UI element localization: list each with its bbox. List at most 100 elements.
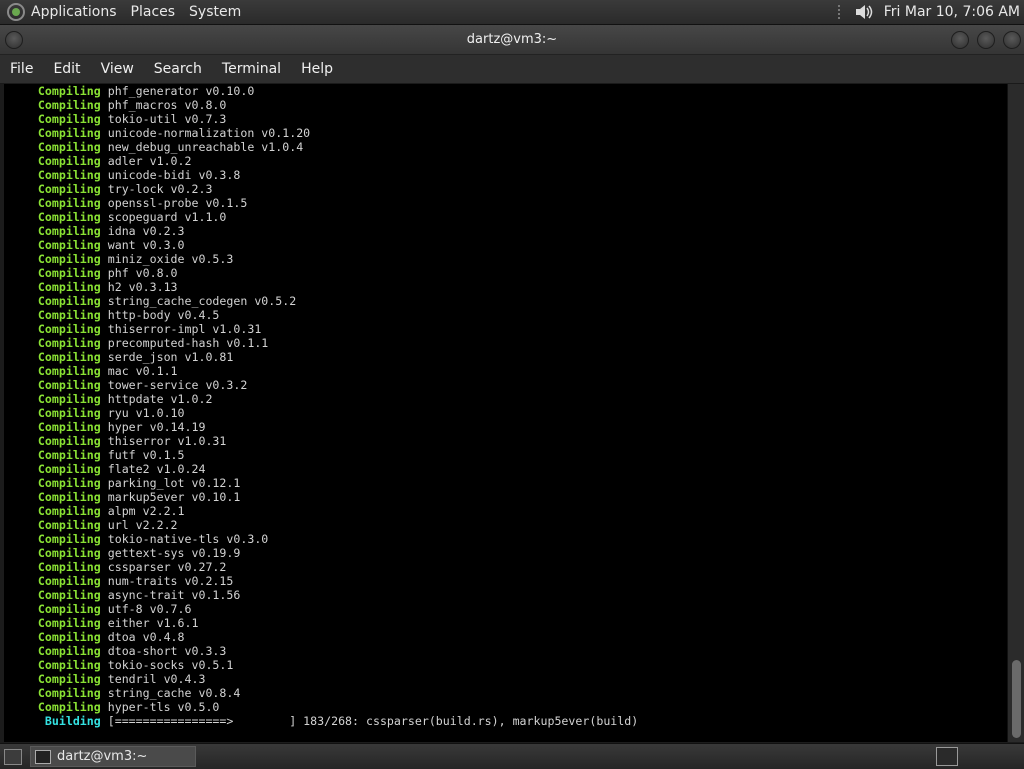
terminal-line: Compiling http-body v0.4.5 (4, 308, 1007, 322)
crate-name: http-body v0.4.5 (107, 308, 220, 322)
terminal-line: Compiling tendril v0.4.3 (4, 672, 1007, 686)
terminal-line: Compiling phf v0.8.0 (4, 266, 1007, 280)
window-title: dartz@vm3:~ (466, 32, 558, 47)
compiling-keyword: Compiling (37, 616, 101, 630)
compiling-keyword: Compiling (37, 322, 101, 336)
window-menu-icon[interactable] (5, 31, 23, 49)
compiling-keyword: Compiling (37, 112, 101, 126)
terminal-line: Compiling new_debug_unreachable v1.0.4 (4, 140, 1007, 154)
terminal-line: Compiling phf_generator v0.10.0 (4, 84, 1007, 98)
scrollbar-thumb[interactable] (1012, 660, 1021, 738)
compiling-keyword: Compiling (37, 532, 101, 546)
terminal-line: Compiling parking_lot v0.12.1 (4, 476, 1007, 490)
compiling-keyword: Compiling (37, 266, 101, 280)
terminal-line: Compiling url v2.2.2 (4, 518, 1007, 532)
compiling-keyword: Compiling (37, 700, 101, 714)
crate-name: precomputed-hash v0.1.1 (107, 336, 269, 350)
crate-name: phf_macros v0.8.0 (107, 98, 227, 112)
crate-name: flate2 v1.0.24 (107, 462, 206, 476)
terminal-line: Compiling markup5ever v0.10.1 (4, 490, 1007, 504)
compiling-keyword: Compiling (37, 98, 101, 112)
terminal-line: Compiling string_cache_codegen v0.5.2 (4, 294, 1007, 308)
crate-name: num-traits v0.2.15 (107, 574, 234, 588)
crate-name: unicode-normalization v0.1.20 (107, 126, 311, 140)
compiling-keyword: Compiling (37, 140, 101, 154)
terminal-line: Compiling precomputed-hash v0.1.1 (4, 336, 1007, 350)
terminal-line: Compiling gettext-sys v0.19.9 (4, 546, 1007, 560)
taskbar-terminal-button[interactable]: dartz@vm3:~ (30, 746, 196, 767)
menu-terminal[interactable]: Terminal (212, 61, 291, 77)
crate-name: tokio-native-tls v0.3.0 (107, 532, 269, 546)
compiling-keyword: Compiling (37, 686, 101, 700)
terminal-line: Compiling thiserror-impl v1.0.31 (4, 322, 1007, 336)
terminal-line: Compiling h2 v0.3.13 (4, 280, 1007, 294)
system-menu[interactable]: System (189, 4, 241, 20)
compiling-keyword: Compiling (37, 504, 101, 518)
crate-name: thiserror-impl v1.0.31 (107, 322, 262, 336)
clock[interactable]: Fri Mar 10, 7:06 AM (884, 4, 1020, 20)
crate-name: phf v0.8.0 (107, 266, 178, 280)
compiling-keyword: Compiling (37, 294, 101, 308)
workspace-switcher[interactable] (936, 747, 958, 766)
compiling-keyword: Compiling (37, 378, 101, 392)
compiling-keyword: Compiling (37, 574, 101, 588)
crate-name: string_cache v0.8.4 (107, 686, 241, 700)
crate-name: cssparser v0.27.2 (107, 560, 227, 574)
crate-name: idna v0.2.3 (107, 224, 185, 238)
crate-name: gettext-sys v0.19.9 (107, 546, 241, 560)
show-desktop-button[interactable] (4, 748, 22, 765)
menu-view[interactable]: View (91, 61, 144, 77)
compiling-keyword: Compiling (37, 560, 101, 574)
crate-name: adler v1.0.2 (107, 154, 192, 168)
crate-name: thiserror v1.0.31 (107, 434, 227, 448)
menu-file[interactable]: File (0, 61, 43, 77)
compiling-keyword: Compiling (37, 406, 101, 420)
compiling-keyword: Compiling (37, 476, 101, 490)
terminal-line: Compiling dtoa v0.4.8 (4, 630, 1007, 644)
maximize-button[interactable] (977, 31, 995, 49)
terminal-line: Compiling scopeguard v1.1.0 (4, 210, 1007, 224)
building-keyword: Building (44, 714, 101, 728)
crate-name: serde_json v1.0.81 (107, 350, 234, 364)
terminal-line: Compiling hyper-tls v0.5.0 (4, 700, 1007, 714)
compiling-keyword: Compiling (37, 518, 101, 532)
terminal-line: Compiling serde_json v1.0.81 (4, 350, 1007, 364)
volume-icon[interactable] (854, 3, 876, 21)
menu-edit[interactable]: Edit (43, 61, 90, 77)
menu-search[interactable]: Search (144, 61, 212, 77)
crate-name: miniz_oxide v0.5.3 (107, 252, 234, 266)
terminal-line: Compiling try-lock v0.2.3 (4, 182, 1007, 196)
menu-help[interactable]: Help (291, 61, 343, 77)
crate-name: async-trait v0.1.56 (107, 588, 241, 602)
crate-name: unicode-bidi v0.3.8 (107, 168, 241, 182)
compiling-keyword: Compiling (37, 448, 101, 462)
crate-name: futf v0.1.5 (107, 448, 185, 462)
terminal-line: Compiling mac v0.1.1 (4, 364, 1007, 378)
distro-logo-icon[interactable] (7, 3, 25, 21)
terminal-line: Compiling either v1.6.1 (4, 616, 1007, 630)
applications-menu[interactable]: Applications (31, 4, 117, 20)
crate-name: tendril v0.4.3 (107, 672, 206, 686)
terminal-icon (35, 749, 51, 764)
terminal-output[interactable]: Compiling phf_generator v0.10.0 Compilin… (4, 84, 1007, 742)
compiling-keyword: Compiling (37, 308, 101, 322)
terminal-line: Compiling unicode-bidi v0.3.8 (4, 168, 1007, 182)
taskbar-task-label: dartz@vm3:~ (57, 749, 148, 764)
crate-name: phf_generator v0.10.0 (107, 84, 255, 98)
terminal-line: Compiling async-trait v0.1.56 (4, 588, 1007, 602)
top-panel: Applications Places System Fri Mar 10, 7… (0, 0, 1024, 25)
minimize-button[interactable] (951, 31, 969, 49)
terminal-line: Compiling tower-service v0.3.2 (4, 378, 1007, 392)
crate-name: openssl-probe v0.1.5 (107, 196, 248, 210)
places-menu[interactable]: Places (131, 4, 176, 20)
close-button[interactable] (1003, 31, 1021, 49)
compiling-keyword: Compiling (37, 168, 101, 182)
window-titlebar[interactable]: dartz@vm3:~ (0, 25, 1024, 55)
terminal-scrollbar[interactable] (1007, 84, 1024, 742)
terminal-menubar: File Edit View Search Terminal Help (0, 55, 1024, 84)
crate-name: dtoa v0.4.8 (107, 630, 185, 644)
terminal-line: Compiling unicode-normalization v0.1.20 (4, 126, 1007, 140)
crate-name: httpdate v1.0.2 (107, 392, 213, 406)
terminal-line: Compiling tokio-socks v0.5.1 (4, 658, 1007, 672)
terminal-line: Compiling thiserror v1.0.31 (4, 434, 1007, 448)
